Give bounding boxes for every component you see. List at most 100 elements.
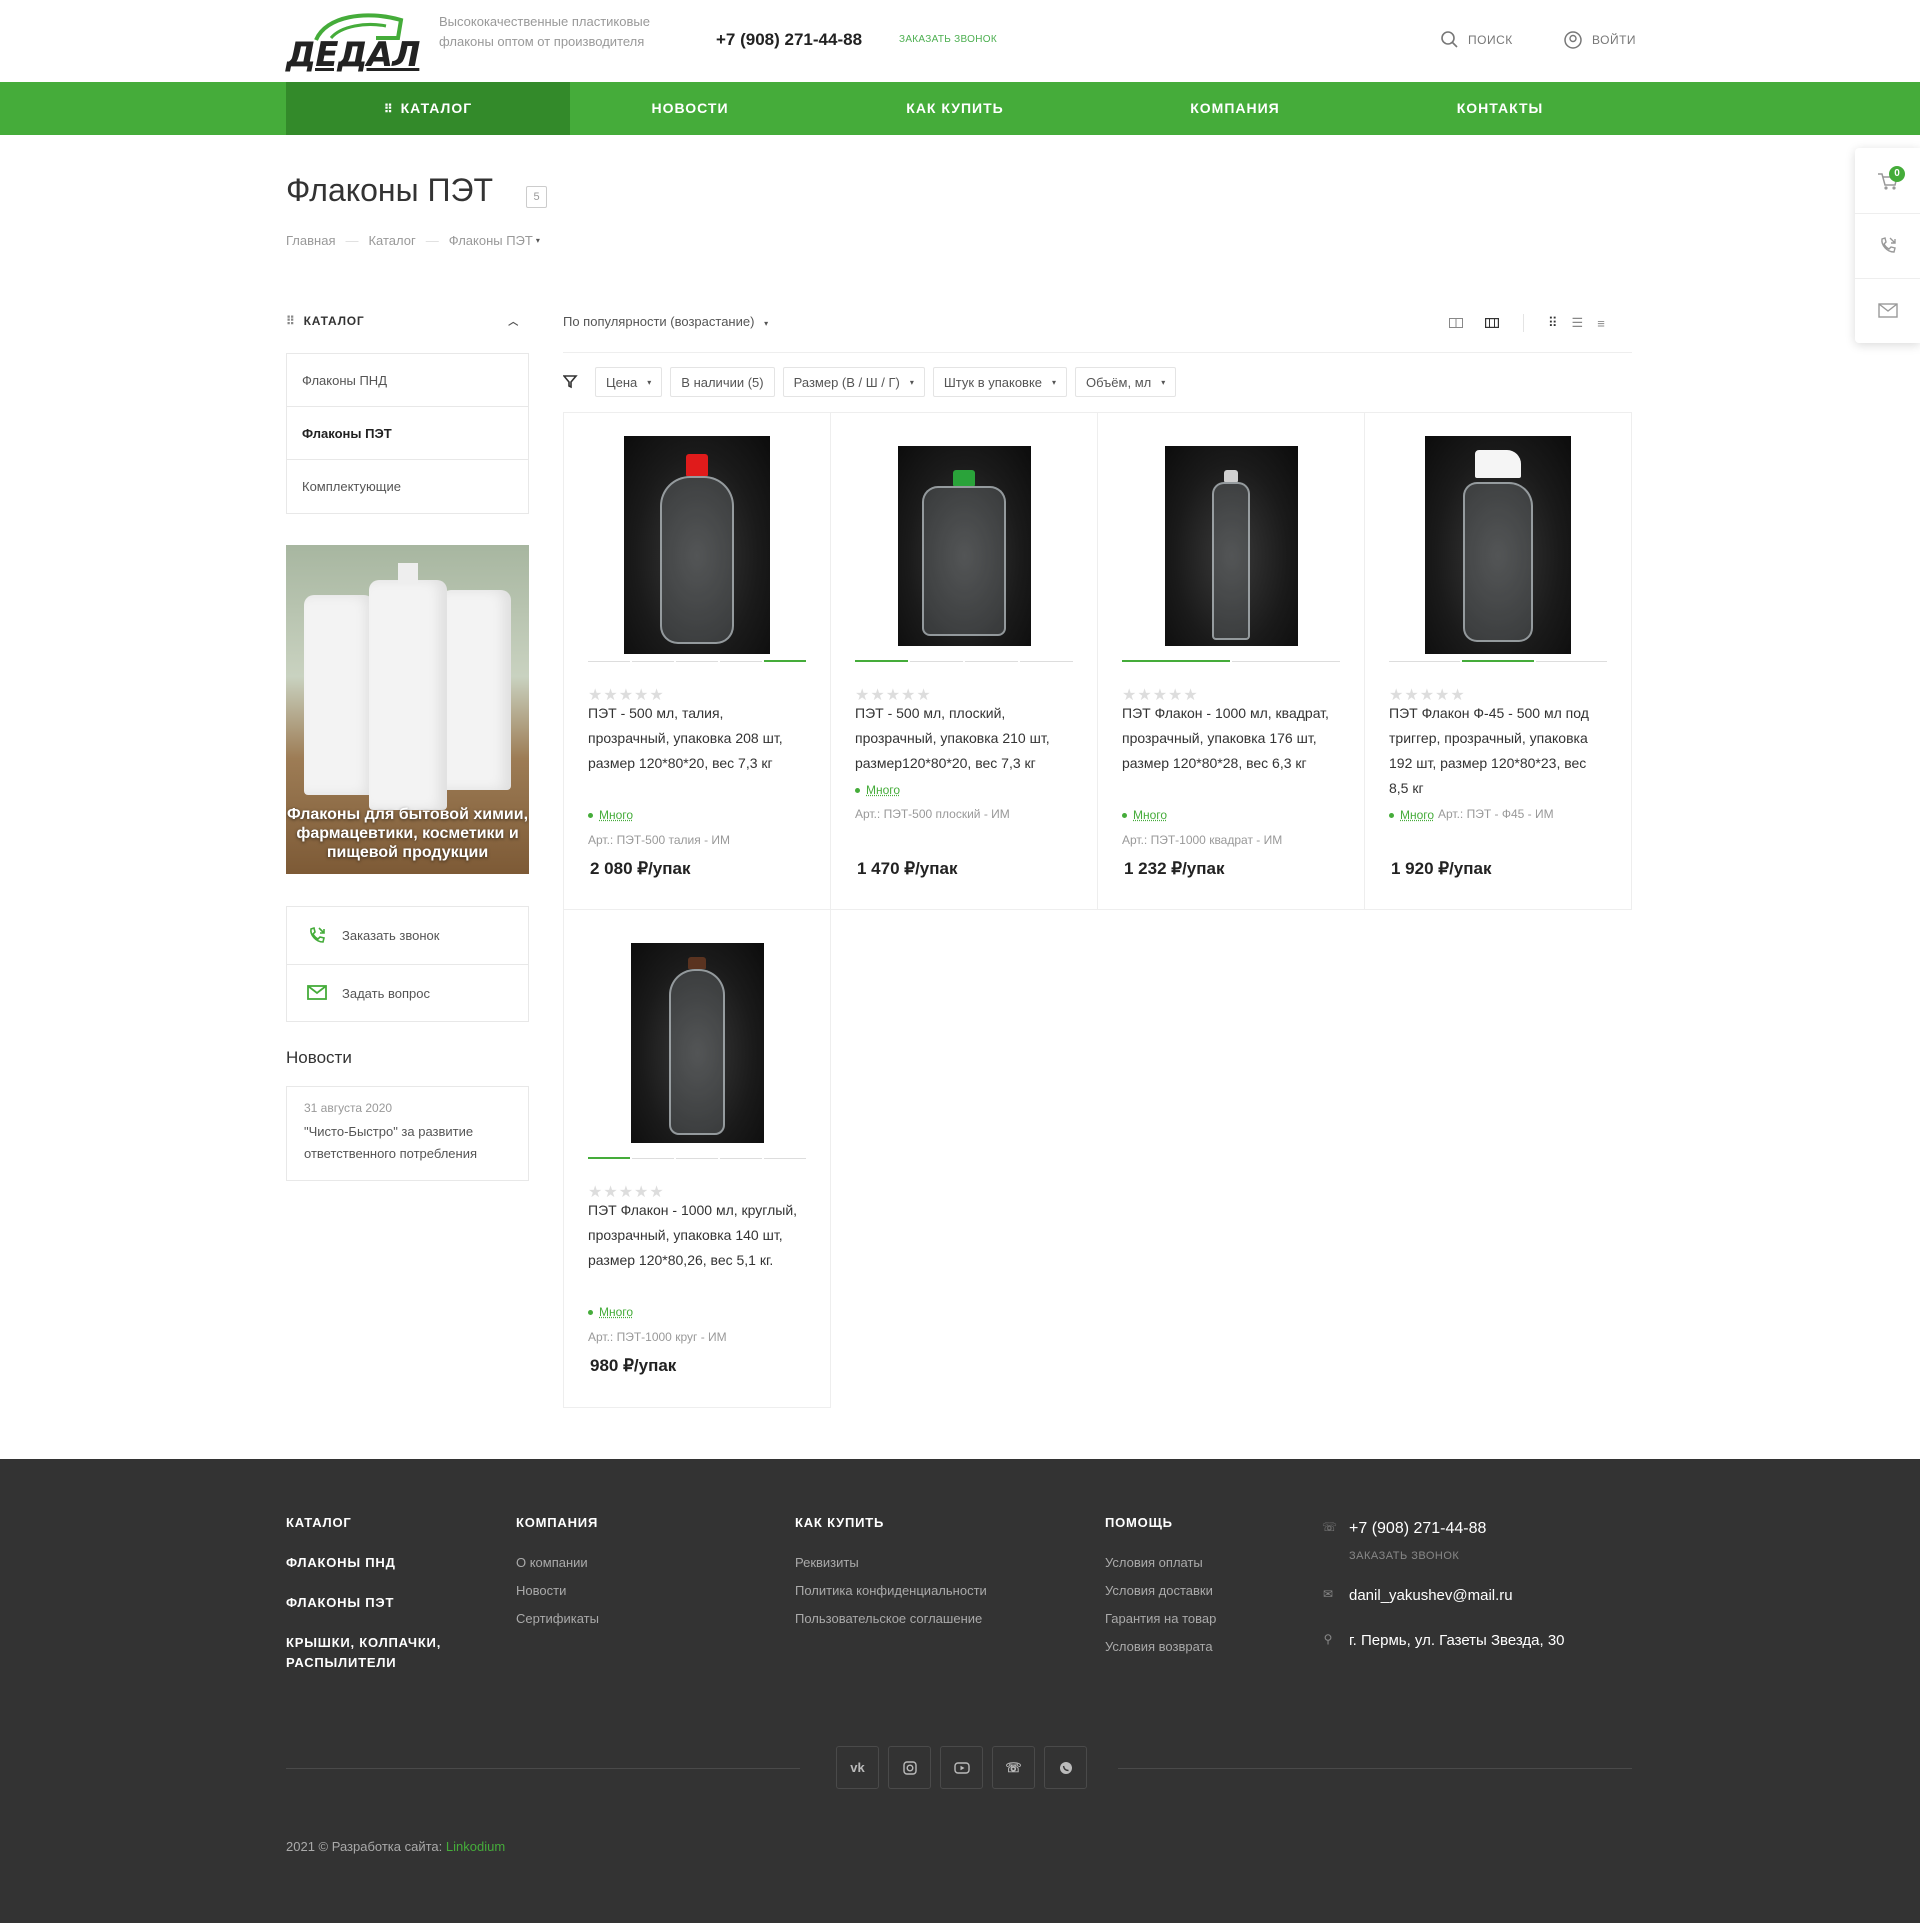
view-switcher: ⠿ ☰ ≡: [1449, 314, 1605, 332]
product-name[interactable]: ПЭТ Флакон Ф-45 - 500 мл под триггер, пр…: [1389, 701, 1609, 801]
footer-link[interactable]: Реквизиты: [795, 1555, 987, 1570]
footer-link[interactable]: Условия возврата: [1105, 1639, 1216, 1654]
filter-volume[interactable]: Объём, мл ▾: [1075, 367, 1177, 397]
footer-phone[interactable]: ☏ +7 (908) 271-44-88: [1322, 1520, 1486, 1538]
filter-in-stock-label: В наличии (5): [681, 374, 764, 390]
product-image[interactable]: [1098, 446, 1364, 646]
promo-banner[interactable]: Флаконы для бытовой химии, фармацевтики,…: [286, 545, 529, 874]
product-card[interactable]: ★★★★★ ПЭТ - 500 мл, плоский, прозрачный,…: [830, 412, 1098, 910]
sidebar-item-accessories[interactable]: Комплектующие: [287, 460, 528, 513]
breadcrumb-current[interactable]: Флаконы ПЭТ: [449, 233, 533, 248]
product-image[interactable]: [564, 943, 830, 1143]
nav-company[interactable]: КОМПАНИЯ: [1150, 82, 1320, 135]
grid-view-icon[interactable]: ⠿: [1548, 315, 1558, 331]
instagram-icon[interactable]: [888, 1746, 931, 1789]
price-list-view-icon[interactable]: ≡: [1597, 316, 1605, 331]
product-image[interactable]: [831, 446, 1097, 646]
float-cart[interactable]: 0: [1855, 148, 1920, 213]
sidebar-item-pet[interactable]: Флаконы ПЭТ: [287, 407, 528, 460]
product-card[interactable]: ★★★★★ ПЭТ Флакон Ф-45 - 500 мл под тригг…: [1364, 412, 1632, 910]
search-button[interactable]: ПОИСК: [1441, 31, 1513, 48]
filter-icon[interactable]: [563, 375, 579, 389]
developer-link[interactable]: Linkodium: [446, 1839, 505, 1854]
footer-link[interactable]: Условия доставки: [1105, 1583, 1216, 1598]
product-name[interactable]: ПЭТ - 500 мл, талия, прозрачный, упаковк…: [588, 701, 808, 776]
filter-in-stock[interactable]: В наличии (5): [670, 367, 775, 397]
product-card[interactable]: ★★★★★ ПЭТ - 500 мл, талия, прозрачный, у…: [563, 412, 831, 910]
mail-icon: [307, 985, 327, 1000]
product-name[interactable]: ПЭТ Флакон - 1000 мл, круглый, прозрачны…: [588, 1198, 808, 1273]
news-heading: Новости: [286, 1048, 352, 1067]
footer-link[interactable]: ФЛАКОНЫ ПНД: [286, 1553, 476, 1573]
breadcrumb-home[interactable]: Главная: [286, 233, 335, 248]
order-call-button[interactable]: Заказать звонок: [287, 907, 528, 964]
copyright-text: 2021 © Разработка сайта:: [286, 1839, 443, 1854]
product-price: 1 920 ₽/упак: [1391, 859, 1492, 878]
footer-how-to-buy-heading[interactable]: КАК КУПИТЬ: [795, 1515, 987, 1530]
product-article: Арт.: ПЭТ-1000 квадрат - ИМ: [1122, 833, 1283, 847]
sort-select[interactable]: По популярности (возрастание) ▾: [563, 314, 768, 329]
footer-col-how-to-buy: КАК КУПИТЬ Реквизиты Политика конфиденци…: [795, 1515, 987, 1626]
floating-panel: 0: [1855, 148, 1920, 343]
copyright: 2021 © Разработка сайта: Linkodium: [286, 1839, 505, 1854]
nav-how-to-buy[interactable]: КАК КУПИТЬ: [870, 82, 1040, 135]
order-call-label: Заказать звонок: [342, 928, 440, 943]
card-view-icon[interactable]: [1449, 318, 1463, 328]
nav-news[interactable]: НОВОСТИ: [610, 82, 770, 135]
login-button[interactable]: ВОЙТИ: [1564, 31, 1636, 49]
float-callback[interactable]: [1855, 213, 1920, 278]
vk-icon[interactable]: vk: [836, 1746, 879, 1789]
ask-question-button[interactable]: Задать вопрос: [287, 964, 528, 1021]
image-slider-indicator: [1389, 660, 1607, 662]
list-view-icon[interactable]: ☰: [1572, 315, 1584, 331]
footer-link[interactable]: Новости: [516, 1583, 599, 1598]
filter-pack-qty[interactable]: Штук в упаковке ▾: [932, 367, 1068, 397]
chevron-down-icon: ▾: [1161, 377, 1166, 387]
bottle-cap: [953, 470, 975, 486]
header-tagline: Высококачественные пластиковые флаконы о…: [439, 14, 650, 49]
bottle-shape: [922, 486, 1006, 636]
title-count-badge: 5: [526, 186, 547, 208]
footer-link[interactable]: Политика конфиденциальности: [795, 1583, 987, 1598]
footer-link[interactable]: Условия оплаты: [1105, 1555, 1216, 1570]
footer-help-heading[interactable]: ПОМОЩЬ: [1105, 1515, 1216, 1530]
product-photo: [624, 436, 770, 654]
product-card[interactable]: ★★★★★ ПЭТ Флакон - 1000 мл, квадрат, про…: [1097, 412, 1365, 910]
sidebar-item-pnd[interactable]: Флаконы ПНД: [287, 354, 528, 407]
viber-icon[interactable]: ☏: [992, 1746, 1035, 1789]
footer-link[interactable]: ФЛАКОНЫ ПЭТ: [286, 1593, 476, 1613]
footer-col-help: ПОМОЩЬ Условия оплаты Условия доставки Г…: [1105, 1515, 1216, 1654]
footer-email[interactable]: ✉ danil_yakushev@mail.ru: [1322, 1587, 1513, 1604]
header-phone[interactable]: +7 (908) 271-44-88: [716, 30, 862, 50]
youtube-icon[interactable]: [940, 1746, 983, 1789]
product-image[interactable]: [564, 436, 830, 654]
footer-catalog-heading[interactable]: КАТАЛОГ: [286, 1515, 476, 1530]
nav-contacts[interactable]: КОНТАКТЫ: [1420, 82, 1580, 135]
bottle-shape: [1212, 482, 1250, 640]
whatsapp-icon[interactable]: [1044, 1746, 1087, 1789]
product-name[interactable]: ПЭТ - 500 мл, плоский, прозрачный, упако…: [855, 701, 1075, 776]
product-image[interactable]: [1365, 436, 1631, 654]
stock-label: Много: [1400, 808, 1435, 822]
callback-link[interactable]: ЗАКАЗАТЬ ЗВОНОК: [899, 34, 997, 45]
logo[interactable]: ДЕДАЛ: [286, 8, 420, 72]
sidebar-catalog-header[interactable]: ⠿ КАТАЛОГ ︿: [286, 313, 529, 329]
footer-link[interactable]: КРЫШКИ, КОЛПАЧКИ, РАСПЫЛИТЕЛИ: [286, 1633, 476, 1673]
footer-link[interactable]: Пользовательское соглашение: [795, 1611, 987, 1626]
filter-price[interactable]: Цена ▾: [595, 367, 663, 397]
product-name[interactable]: ПЭТ Флакон - 1000 мл, квадрат, прозрачны…: [1122, 701, 1342, 776]
nav-catalog[interactable]: ⠿ КАТАЛОГ: [286, 82, 570, 135]
news-card[interactable]: 31 августа 2020 "Чисто-Быстро" за развит…: [286, 1086, 529, 1181]
product-card[interactable]: ★★★★★ ПЭТ Флакон - 1000 мл, круглый, про…: [563, 909, 831, 1408]
footer-link[interactable]: О компании: [516, 1555, 599, 1570]
compact-view-icon[interactable]: [1485, 318, 1499, 328]
breadcrumb-catalog[interactable]: Каталог: [368, 233, 415, 248]
footer-callback-link[interactable]: ЗАКАЗАТЬ ЗВОНОК: [1349, 1550, 1459, 1562]
promo-bottle: [304, 595, 374, 795]
footer-company-heading[interactable]: КОМПАНИЯ: [516, 1515, 599, 1530]
footer-link[interactable]: Сертификаты: [516, 1611, 599, 1626]
footer-link[interactable]: Гарантия на товар: [1105, 1611, 1216, 1626]
filter-size[interactable]: Размер (В / Ш / Г) ▾: [782, 367, 925, 397]
float-mail[interactable]: [1855, 278, 1920, 343]
social-links: vk ☏: [836, 1746, 1087, 1789]
